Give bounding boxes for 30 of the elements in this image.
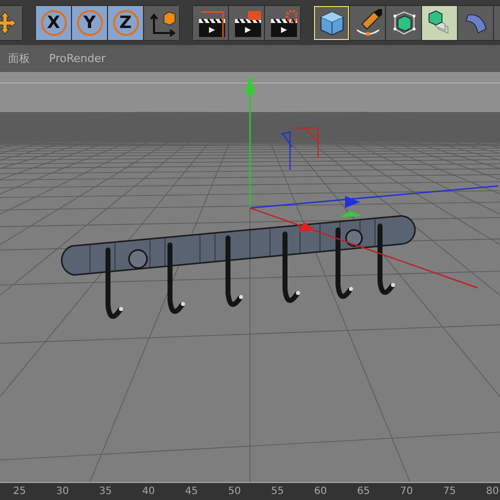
pen-tool-button[interactable] <box>350 6 385 40</box>
timeline-frame-label: 25 <box>12 485 27 499</box>
cube-icon <box>318 8 346 36</box>
timeline-frame-label: 40 <box>141 485 156 499</box>
clapper-window-icon <box>232 8 260 36</box>
axis-lock-button[interactable]: X <box>36 6 71 40</box>
timeline-frame-label: 30 <box>55 485 70 499</box>
clapper-frame-icon <box>196 8 224 36</box>
coords-tool-button[interactable] <box>144 6 179 40</box>
axis-lock-button[interactable]: Y <box>72 6 107 40</box>
cube-tool-button[interactable] <box>314 6 349 40</box>
axis-marker-drawing <box>280 127 319 171</box>
array-tool-button[interactable] <box>422 6 457 40</box>
timeline-frame-label: 55 <box>270 485 285 499</box>
subdivide-tool-button[interactable] <box>386 6 421 40</box>
render-view-tool-button[interactable] <box>229 6 264 40</box>
timeline-frame-label: 45 <box>184 485 199 499</box>
bend-tool-button[interactable] <box>458 6 493 40</box>
timeline-frame-label: 65 <box>356 485 371 499</box>
timeline-frame-label: 50 <box>227 485 242 499</box>
axes-cube-icon <box>148 8 176 36</box>
clapper-gear-icon <box>268 8 296 36</box>
axis-lock-button[interactable]: Z <box>108 6 143 40</box>
timeline-frame-label: 75 <box>442 485 457 499</box>
timeline-frame-label: 35 <box>98 485 113 499</box>
timeline-frame-label: 80 <box>485 485 500 499</box>
render-region-tool-button[interactable] <box>193 6 228 40</box>
render-settings-tool-button[interactable] <box>265 6 300 40</box>
timeline-frame-label: 70 <box>399 485 414 499</box>
timeline-frame-label: 60 <box>313 485 328 499</box>
